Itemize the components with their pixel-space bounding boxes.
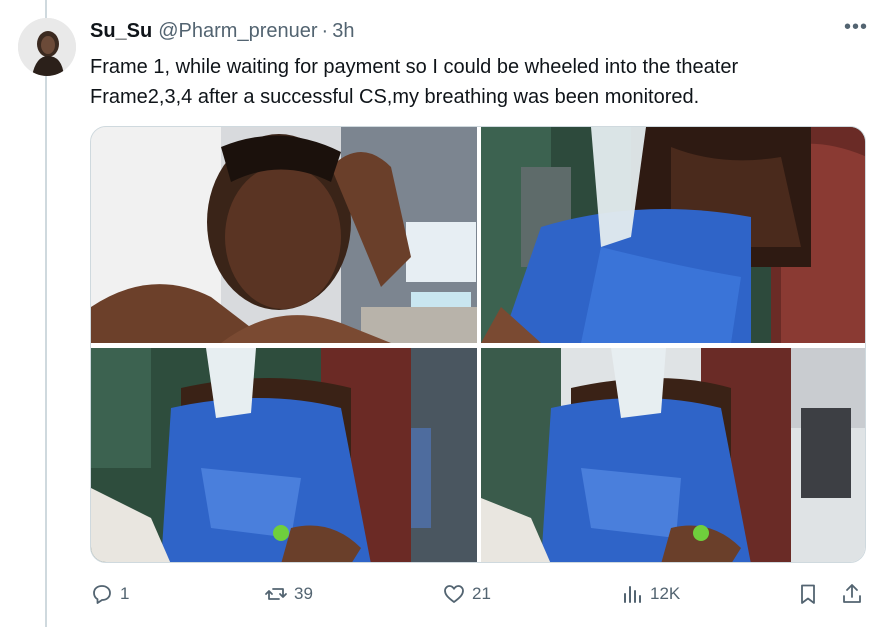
media-grid: [90, 126, 866, 563]
reply-button[interactable]: 1: [90, 582, 129, 606]
display-name[interactable]: Su_Su: [90, 20, 152, 43]
photo-4-image: [481, 348, 865, 562]
reply-count: 1: [120, 584, 130, 603]
avatar[interactable]: [18, 18, 76, 76]
tweet-header: Su_Su @Pharm_prenuer · 3h •••: [90, 16, 868, 44]
photo-3-image: [91, 348, 477, 562]
avatar-photo: [18, 18, 76, 76]
tweet-text: Frame 1, while waiting for payment so I …: [90, 52, 870, 112]
repost-icon: [265, 588, 287, 600]
tweet-text-line: Frame2,3,4 after a successful CS,my brea…: [90, 86, 700, 108]
heart-icon: [444, 585, 464, 603]
bookmark-icon: [801, 584, 815, 604]
photo-1[interactable]: [91, 127, 477, 343]
share-button[interactable]: [840, 582, 870, 606]
like-button[interactable]: 21: [442, 582, 491, 606]
tweet-text-line: Frame 1, while waiting for payment so I …: [90, 56, 739, 78]
photo-3[interactable]: [91, 348, 477, 562]
more-options-icon[interactable]: •••: [844, 16, 868, 39]
views-button[interactable]: 12K: [620, 582, 680, 606]
timestamp[interactable]: 3h: [332, 20, 354, 43]
repost-button[interactable]: 39: [264, 582, 313, 606]
photo-2[interactable]: [481, 127, 865, 343]
repost-count: 39: [294, 584, 313, 603]
separator-dot: ·: [321, 19, 329, 42]
thread-line: [45, 0, 47, 627]
bookmark-button[interactable]: [796, 582, 826, 606]
reply-icon: [93, 585, 111, 604]
photo-1-image: [91, 127, 477, 343]
photo-4[interactable]: [481, 348, 865, 562]
user-handle[interactable]: @Pharm_prenuer: [158, 20, 317, 43]
photo-2-image: [481, 127, 865, 343]
like-count: 21: [472, 584, 491, 603]
share-icon: [843, 584, 861, 603]
views-count: 12K: [650, 584, 681, 603]
analytics-icon: [624, 586, 641, 603]
tweet-actions: 1 39 21 12K: [90, 582, 866, 614]
